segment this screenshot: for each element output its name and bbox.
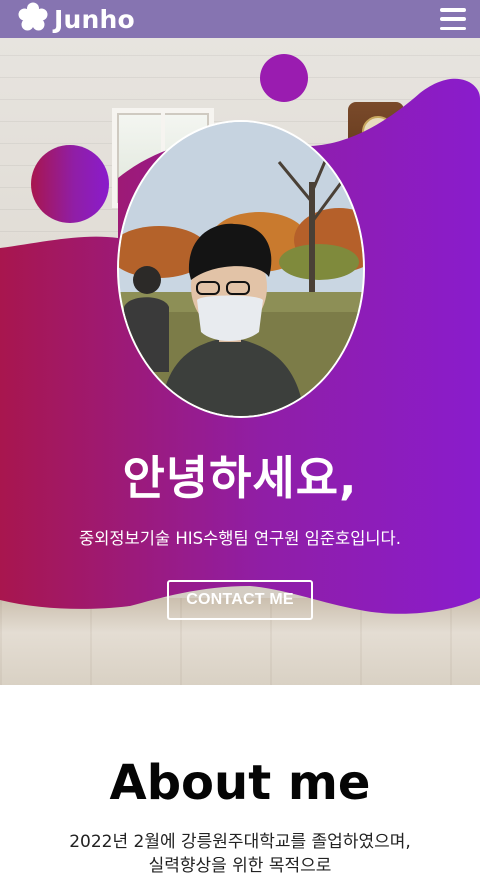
about-title: About me xyxy=(109,755,371,811)
profile-photo xyxy=(117,120,365,418)
navbar: Junho xyxy=(0,0,480,38)
hero-subtitle: 중외정보기술 HIS수행팀 연구원 임준호입니다. xyxy=(79,529,401,548)
flower-icon xyxy=(18,2,48,36)
hero-section: 안녕하세요, 중외정보기술 HIS수행팀 연구원 임준호입니다. CONTACT… xyxy=(0,38,480,685)
brand-link[interactable]: Junho xyxy=(18,2,135,36)
about-description: 2022년 2월에 강릉원주대학교를 졸업하였으며, 실력향상을 위한 목적으로 xyxy=(20,830,460,878)
hamburger-menu-icon[interactable] xyxy=(440,8,466,30)
page: Junho 안녕하세요, 중외정보기술 HIS수행팀 연구원 임준호입니다. C… xyxy=(0,0,480,880)
about-section: About me 2022년 2월에 강릉원주대학교를 졸업하였으며, 실력향상… xyxy=(0,685,480,880)
about-line: 실력향상을 위한 목적으로 xyxy=(148,856,332,876)
brand-name: Junho xyxy=(54,4,135,34)
about-line: 2022년 2월에 강릉원주대학교를 졸업하였으며, xyxy=(69,832,411,852)
greeting-heading: 안녕하세요, xyxy=(122,451,358,505)
contact-me-button[interactable]: CONTACT ME xyxy=(167,580,313,620)
